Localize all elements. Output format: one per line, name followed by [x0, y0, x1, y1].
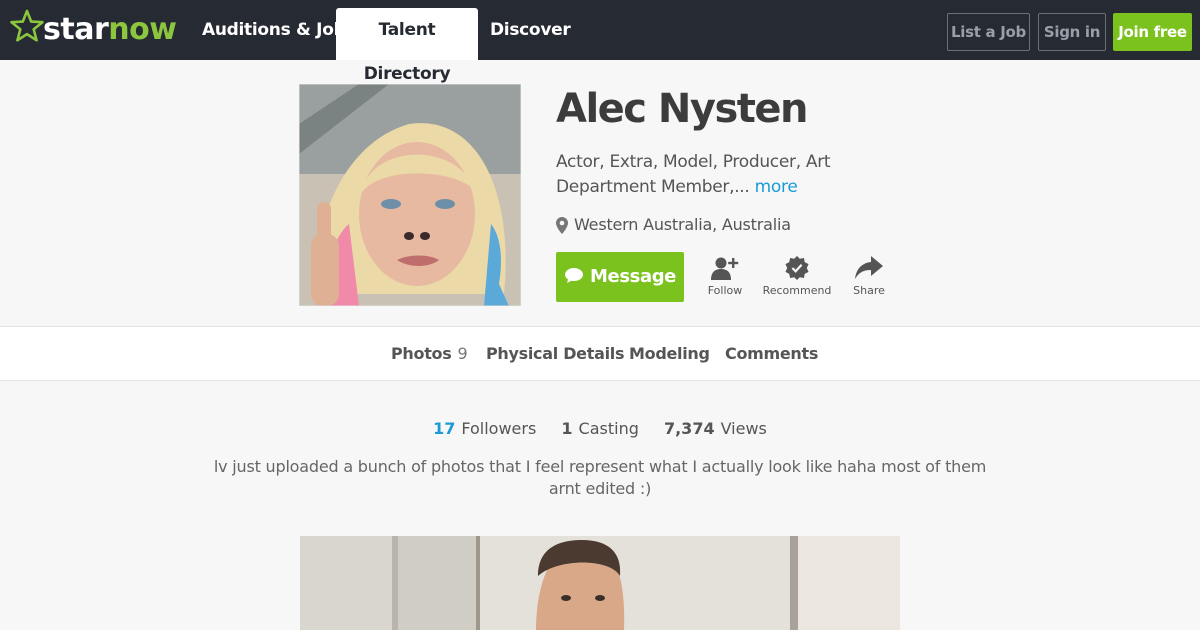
follow-label: Follow [707, 284, 743, 297]
starnow-logo[interactable]: starnow [10, 8, 177, 50]
followers-stat[interactable]: 17 Followers [433, 418, 536, 440]
join-free-button[interactable]: Join free [1113, 13, 1192, 51]
profile-photo[interactable] [299, 84, 521, 306]
more-link[interactable]: more [755, 177, 798, 197]
profile-bio: lv just uploaded a bunch of photos that … [213, 457, 987, 498]
recommend-action[interactable]: Recommend [757, 256, 837, 297]
message-label: Message [590, 266, 676, 287]
profile-stats: 17 Followers 1 Casting 7,374 Views [0, 418, 1200, 440]
message-button[interactable]: Message [556, 252, 684, 302]
views-stat: 7,374 Views [664, 418, 767, 440]
nav-discover[interactable]: Discover [490, 8, 571, 52]
casting-label: Casting [578, 419, 639, 438]
casting-stat: 1 Casting [561, 418, 638, 440]
share-arrow-icon [855, 256, 883, 279]
badge-check-icon [785, 256, 809, 280]
share-label: Share [853, 284, 885, 297]
star-outline-icon [10, 9, 44, 42]
views-label: Views [720, 419, 767, 438]
tab-modeling[interactable]: Modeling [629, 327, 710, 382]
profile-tab-bar: Photos 9 Physical Details Modeling Commen… [0, 326, 1200, 381]
nav-auditions-jobs[interactable]: Auditions & Jobs [202, 8, 356, 52]
follow-action[interactable]: Follow [685, 256, 765, 297]
share-action[interactable]: Share [829, 256, 909, 297]
views-count: 7,374 [663, 419, 715, 438]
feature-photo[interactable] [300, 536, 900, 630]
nav-talent-directory[interactable]: Talent Directory [336, 8, 478, 84]
profile-location: Western Australia, Australia [556, 213, 791, 237]
tab-photos[interactable]: Photos 9 [391, 327, 468, 382]
profile-roles: Actor, Extra, Model, Producer, Art Depar… [556, 150, 846, 200]
user-plus-icon [711, 257, 739, 280]
tab-physical-details[interactable]: Physical Details [486, 327, 624, 382]
location-text: Western Australia, Australia [574, 215, 791, 234]
sign-in-button[interactable]: Sign in [1038, 13, 1106, 51]
tab-photos-label: Photos [391, 344, 452, 363]
casting-count: 1 [561, 419, 573, 438]
logo-wordmark: starnow [43, 12, 177, 47]
tab-photos-count: 9 [457, 344, 468, 363]
followers-count: 17 [433, 419, 456, 438]
profile-name: Alec Nysten [556, 86, 809, 132]
list-a-job-button[interactable]: List a Job [947, 13, 1030, 51]
top-navigation-bar: starnow Auditions & Jobs Talent Director… [0, 0, 1200, 84]
chat-bubble-icon [565, 268, 583, 283]
followers-label: Followers [461, 419, 537, 438]
tab-comments[interactable]: Comments [725, 327, 818, 382]
map-pin-icon [556, 217, 568, 234]
recommend-label: Recommend [762, 284, 832, 297]
